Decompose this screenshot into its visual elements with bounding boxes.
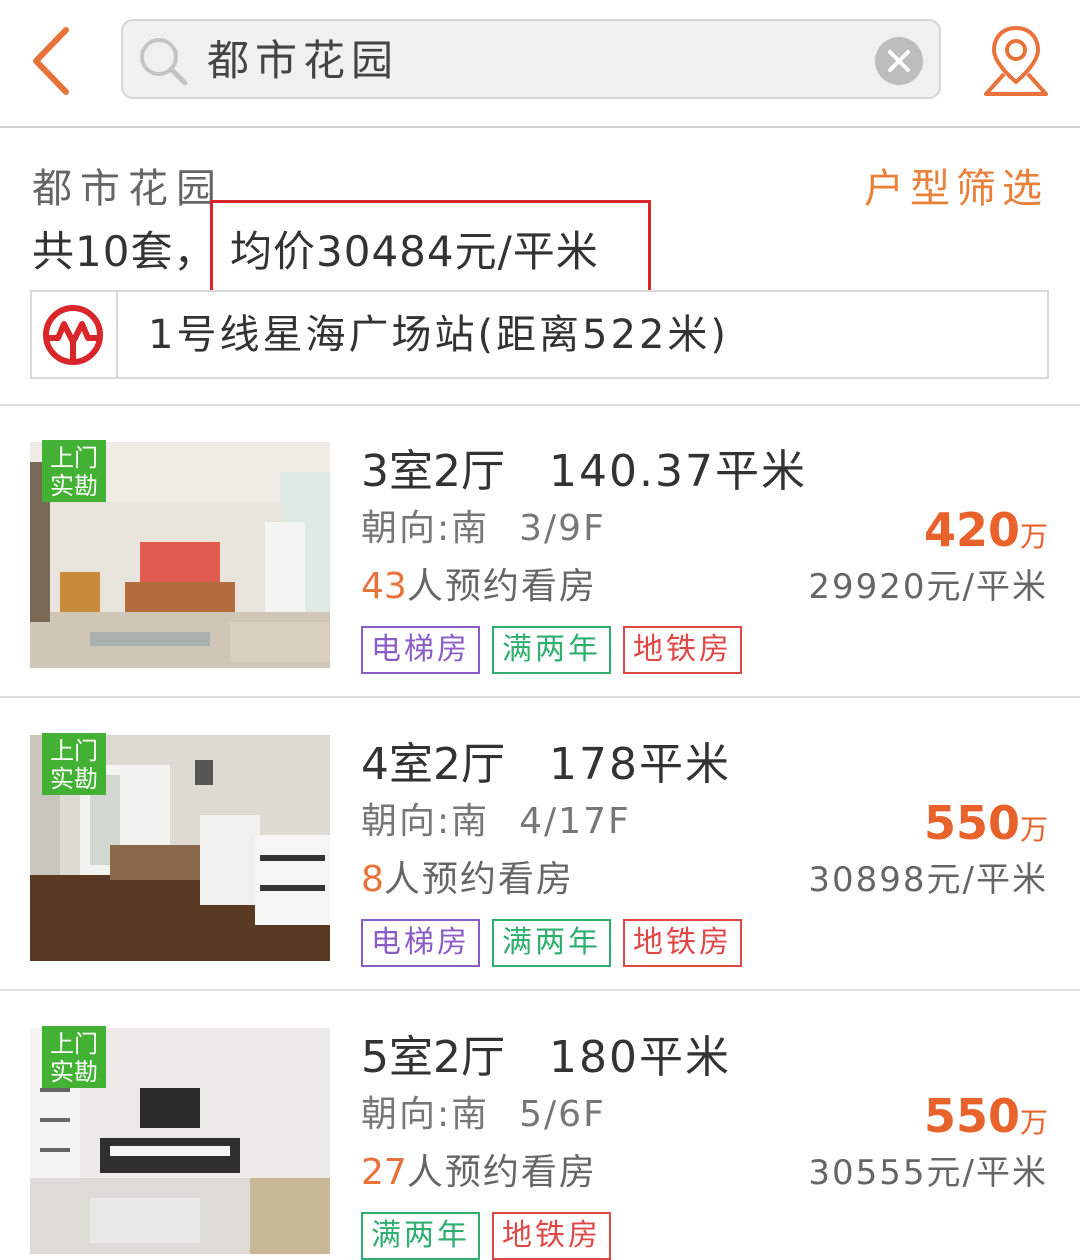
onsite-badge: 上门实勘 [42,733,106,795]
top-bar: 都市花园 [0,0,1080,128]
metro-station-text: 1号线星海广场站(距离522米) [148,312,730,358]
price-value: 420 [923,503,1020,557]
close-icon [888,50,910,72]
layout-filter-button[interactable]: 户型筛选 [864,164,1048,214]
feature-tags: 电梯房 满两年 地铁房 [361,626,742,674]
listing-title: 4室2厅 178平米 [361,735,731,795]
metro-logo-cell [32,292,118,377]
average-price-highlight [210,200,651,298]
listing-item[interactable]: fangdd 上门实勘 3室2厅140.37平米 朝向:南3/9F 43人预约看… [0,406,1080,696]
divider [0,696,1080,698]
total-price: 550万 [924,795,1048,851]
tag-elevator: 电梯房 [361,626,480,674]
metro-info[interactable]: 1号线星海广场站(距离522米) [30,290,1049,379]
viewer-label: 人预约看房 [406,566,597,607]
listing-title: 3室2厅 140.37平米 [361,442,807,502]
search-input[interactable]: 都市花园 [207,33,399,89]
viewing-appointments: 27人预约看房 [361,1148,597,1198]
viewing-appointments: 43人预约看房 [361,562,597,612]
clear-search-button[interactable] [875,37,923,85]
listing-title: 5室2厅 180平米 [361,1028,731,1088]
tag-elevator: 电梯房 [361,919,480,967]
tag-metro: 地铁房 [623,626,742,674]
onsite-badge: 上门实勘 [42,1026,106,1088]
map-location-button[interactable] [980,22,1052,102]
viewer-count: 8 [361,859,384,900]
unit-price: 30555元/平米 [808,1153,1048,1193]
orientation: 朝向:南 [361,508,490,549]
listing-meta: 朝向:南 3/9F [361,504,606,554]
orientation: 朝向:南 [361,801,490,842]
tag-two-years: 满两年 [361,1212,480,1260]
search-box[interactable]: 都市花园 [121,19,941,99]
chevron-left-icon [33,27,69,95]
viewing-appointments: 8人预约看房 [361,855,574,905]
listing-meta: 朝向:南 5/6F [361,1090,606,1140]
viewer-label: 人预约看房 [406,1152,597,1193]
orientation: 朝向:南 [361,1094,490,1135]
price-value: 550 [923,796,1020,850]
price-unit: 万 [1019,1106,1048,1139]
unit-price: 30898元/平米 [808,860,1048,900]
back-button[interactable] [28,26,76,96]
map-pin-icon [984,25,1048,96]
listing-count: 共10套， [32,224,216,280]
listing-item[interactable]: 上门实勘 4室2厅 178平米 朝向:南 4/17F 8人预约看房 电梯房 满两年 … [0,699,1080,989]
total-price: 420万 [924,502,1048,558]
feature-tags: 满两年 地铁房 [361,1212,611,1260]
viewer-count: 27 [361,1152,407,1193]
community-name: 都市花园 [32,166,224,212]
room-layout: 4室2厅 [361,739,505,790]
onsite-badge: 上门实勘 [42,440,106,502]
unit-price: 29920元/平米 [808,567,1048,607]
floor-area: 140.37平米 [549,446,807,497]
price-value: 550 [923,1089,1020,1143]
listing-meta: 朝向:南 4/17F [361,797,631,847]
divider [0,989,1080,991]
tag-metro: 地铁房 [623,919,742,967]
listing-item[interactable]: fangdd 上门实勘 5室2厅180平米 朝向:南5/6F 27人预约看房 满… [0,992,1080,1260]
search-icon [140,38,188,86]
floor-area: 180平米 [549,1032,731,1083]
floor-level: 3/9F [519,508,606,549]
room-layout: 5室2厅 [361,1032,505,1083]
listing-count-text: 共10套， [32,227,217,276]
viewer-label: 人预约看房 [383,859,574,900]
tag-metro: 地铁房 [492,1212,611,1260]
room-layout: 3室2厅 [361,446,505,497]
floor-area: 178平米 [549,739,731,790]
floor-level: 4/17F [519,801,631,842]
price-unit: 万 [1019,520,1048,553]
metro-logo-icon [43,305,103,365]
tag-two-years: 满两年 [492,626,611,674]
floor-level: 5/6F [519,1094,606,1135]
total-price: 550万 [924,1088,1048,1144]
tag-two-years: 满两年 [492,919,611,967]
feature-tags: 电梯房 满两年 地铁房 [361,919,742,967]
viewer-count: 43 [361,566,407,607]
price-unit: 万 [1019,813,1048,846]
